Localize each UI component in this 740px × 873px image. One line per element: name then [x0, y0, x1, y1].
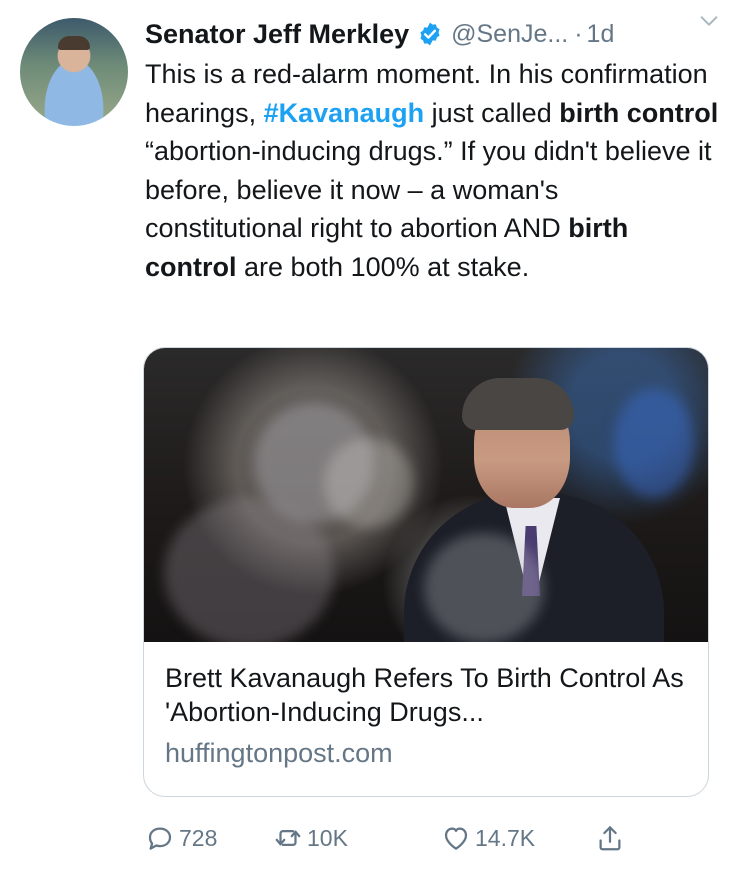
card-text[interactable]: Brett Kavanaugh Refers To Birth Control … [165, 661, 695, 770]
share-button[interactable] [595, 818, 629, 858]
tweet-header: Senator Jeff Merkley @SenJe... · 1d [145, 12, 725, 56]
card-domain[interactable]: huffingtonpost.com [165, 736, 695, 770]
avatar[interactable] [20, 18, 128, 126]
bokeh-light [424, 533, 544, 642]
card-image[interactable] [144, 348, 708, 642]
card-title[interactable]: Brett Kavanaugh Refers To Birth Control … [165, 661, 695, 729]
bokeh-light [614, 388, 694, 498]
hashtag-link[interactable]: #Kavanaugh [264, 98, 425, 128]
author-handle[interactable]: @SenJe... [451, 20, 568, 49]
tweet-text-part: just called [424, 97, 560, 128]
like-count: 14.7K [475, 824, 536, 851]
bokeh-light [164, 498, 334, 642]
separator-dot: · [574, 19, 583, 48]
tweet: Senator Jeff Merkley @SenJe... · 1d This… [0, 0, 740, 873]
verified-badge-icon [420, 22, 440, 46]
tweet-text-bold: birth control [559, 97, 719, 128]
link-card[interactable]: Brett Kavanaugh Refers To Birth Control … [143, 347, 709, 797]
reply-icon [148, 827, 172, 850]
person-hair [462, 378, 574, 430]
tweet-text: This is a red-alarm moment. In his confi… [145, 55, 720, 286]
tweet-time[interactable]: 1d [587, 20, 615, 49]
reply-button[interactable]: 728 [145, 818, 217, 858]
share-icon [599, 826, 621, 851]
reply-count: 728 [179, 824, 218, 851]
author-name[interactable]: Senator Jeff Merkley [145, 19, 409, 50]
retweet-count: 10K [307, 824, 348, 851]
avatar-hair [58, 36, 90, 50]
retweet-button[interactable]: 10K [273, 818, 348, 858]
bokeh-light [324, 438, 414, 528]
heart-icon [444, 827, 468, 850]
retweet-icon [275, 830, 301, 846]
chevron-down-icon[interactable] [698, 10, 720, 32]
like-button[interactable]: 14.7K [441, 818, 535, 858]
tweet-actions: 728 10K 14.7K [145, 818, 705, 858]
tweet-text-part: are both 100% at stake. [236, 251, 530, 282]
